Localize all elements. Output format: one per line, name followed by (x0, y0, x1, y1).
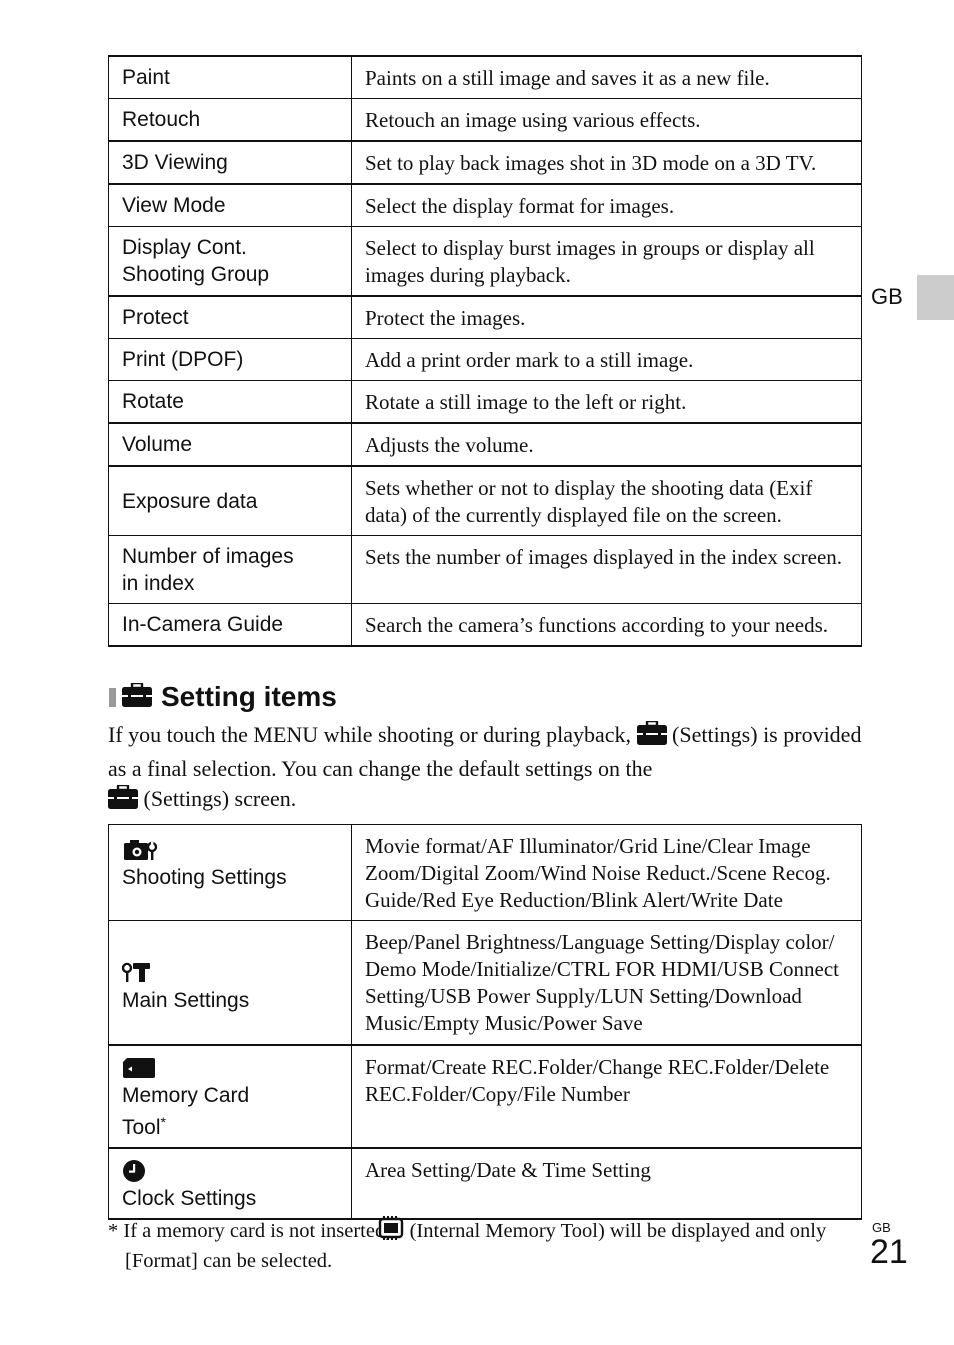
item-name: Paint (108, 55, 352, 99)
item-name: Print (DPOF) (108, 338, 352, 381)
table-row: Shooting Settings Movie format/AF Illumi… (108, 824, 862, 921)
item-description: Set to play back images shot in 3D mode … (351, 140, 862, 185)
settings-toolbox-icon (108, 783, 138, 818)
category-label: Shooting Settings (122, 866, 287, 889)
settings-toolbox-icon (122, 681, 152, 712)
item-name: 3D Viewing (108, 140, 352, 185)
category-label: Main Settings (122, 989, 250, 1012)
item-name: Display Cont. Shooting Group (108, 226, 352, 297)
category-label: Clock Settings (122, 1186, 257, 1210)
item-name-line: Number of images (122, 545, 294, 568)
item-description: Paints on a still image and saves it as … (351, 55, 862, 99)
item-name-line: in index (122, 572, 195, 595)
item-description: Sets the number of images displayed in t… (351, 535, 862, 604)
category-items: Area Setting/Date & Time Setting (351, 1146, 862, 1219)
playback-items-table: Paint Paints on a still image and saves … (108, 55, 862, 647)
section-heading: Setting items (109, 680, 337, 714)
camera-wrench-icon (122, 838, 339, 862)
item-name: Rotate (108, 380, 352, 424)
table-row: Main Settings Beep/Panel Brightness/Lang… (108, 920, 862, 1045)
category-label-text: Tool (122, 1115, 161, 1139)
footnote: * If a memory card is not inserted, (Int… (108, 1216, 885, 1275)
category-label: Memory Card (122, 1083, 250, 1107)
item-name: Number of images in index (108, 535, 352, 604)
item-description: Adjusts the volume. (351, 422, 862, 467)
item-description: Search the camera’s functions according … (351, 603, 862, 647)
table-row: Volume Adjusts the volume. (108, 422, 862, 467)
intro-text: (Settings) screen. (143, 786, 297, 811)
item-description: Protect the images. (351, 295, 862, 339)
table-row: Rotate Rotate a still image to the left … (108, 380, 862, 424)
table-row: 3D Viewing Set to play back images shot … (108, 140, 862, 185)
item-description: Sets whether or not to display the shoot… (351, 465, 862, 536)
item-name: View Mode (108, 183, 352, 227)
item-name: Volume (108, 422, 352, 467)
item-name: Protect (108, 295, 352, 339)
table-row: Paint Paints on a still image and saves … (108, 55, 862, 99)
table-row: Display Cont. Shooting Group Select to d… (108, 226, 862, 297)
table-row: Number of images in index Sets the numbe… (108, 535, 862, 604)
section-title: Setting items (161, 681, 337, 712)
item-description: Rotate a still image to the left or righ… (351, 380, 862, 424)
settings-category: Memory Card Tool* (108, 1043, 352, 1148)
item-name: Exposure data (108, 465, 352, 536)
heading-bar-marker (109, 687, 116, 707)
item-description: Add a print order mark to a still image. (351, 338, 862, 381)
table-row: Retouch Retouch an image using various e… (108, 98, 862, 142)
page-number: 21 (870, 1233, 908, 1271)
intro-text: If you touch the MENU while shooting or … (108, 722, 632, 747)
category-label: Tool* (122, 1109, 339, 1141)
category-items: Beep/Panel Brightness/Language Setting/D… (351, 920, 862, 1045)
category-items: Movie format/AF Illuminator/Grid Line/Cl… (351, 824, 862, 921)
settings-category: Main Settings (108, 920, 352, 1045)
memory-card-icon (122, 1056, 339, 1080)
clock-icon (122, 1159, 339, 1183)
item-name-line: Shooting Group (122, 263, 270, 286)
footnote-marker: * (160, 1113, 166, 1130)
table-row: Print (DPOF) Add a print order mark to a… (108, 338, 862, 381)
settings-category: Shooting Settings (108, 824, 352, 921)
table-row: Protect Protect the images. (108, 295, 862, 339)
table-row: Memory Card Tool* Format/Create REC.Fold… (108, 1043, 862, 1148)
item-description: Select to display burst images in groups… (351, 226, 862, 297)
table-row: In-Camera Guide Search the camera’s func… (108, 603, 862, 647)
item-name: In-Camera Guide (108, 603, 352, 647)
section-intro: If you touch the MENU while shooting or … (108, 719, 868, 818)
footnote-text: If a memory card is not inserted, (123, 1220, 391, 1242)
category-items: Format/Create REC.Folder/Change REC.Fold… (351, 1043, 862, 1148)
item-name: Retouch (108, 98, 352, 142)
table-row: Clock Settings Area Setting/Date & Time … (108, 1146, 862, 1219)
table-row: View Mode Select the display format for … (108, 183, 862, 227)
footnote-marker: * (108, 1220, 119, 1242)
settings-items-table: Shooting Settings Movie format/AF Illumi… (108, 824, 862, 1220)
settings-category: Clock Settings (108, 1146, 352, 1219)
side-region-label: GB (871, 284, 903, 309)
wrench-hammer-icon (121, 961, 339, 985)
item-description: Select the display format for images. (351, 183, 862, 227)
table-row: Exposure data Sets whether or not to dis… (108, 465, 862, 536)
item-description: Retouch an image using various effects. (351, 98, 862, 142)
item-name-line: Display Cont. (122, 236, 247, 259)
settings-toolbox-icon (636, 719, 667, 754)
internal-memory-icon (379, 1216, 404, 1248)
side-thumb-tab (917, 275, 954, 320)
